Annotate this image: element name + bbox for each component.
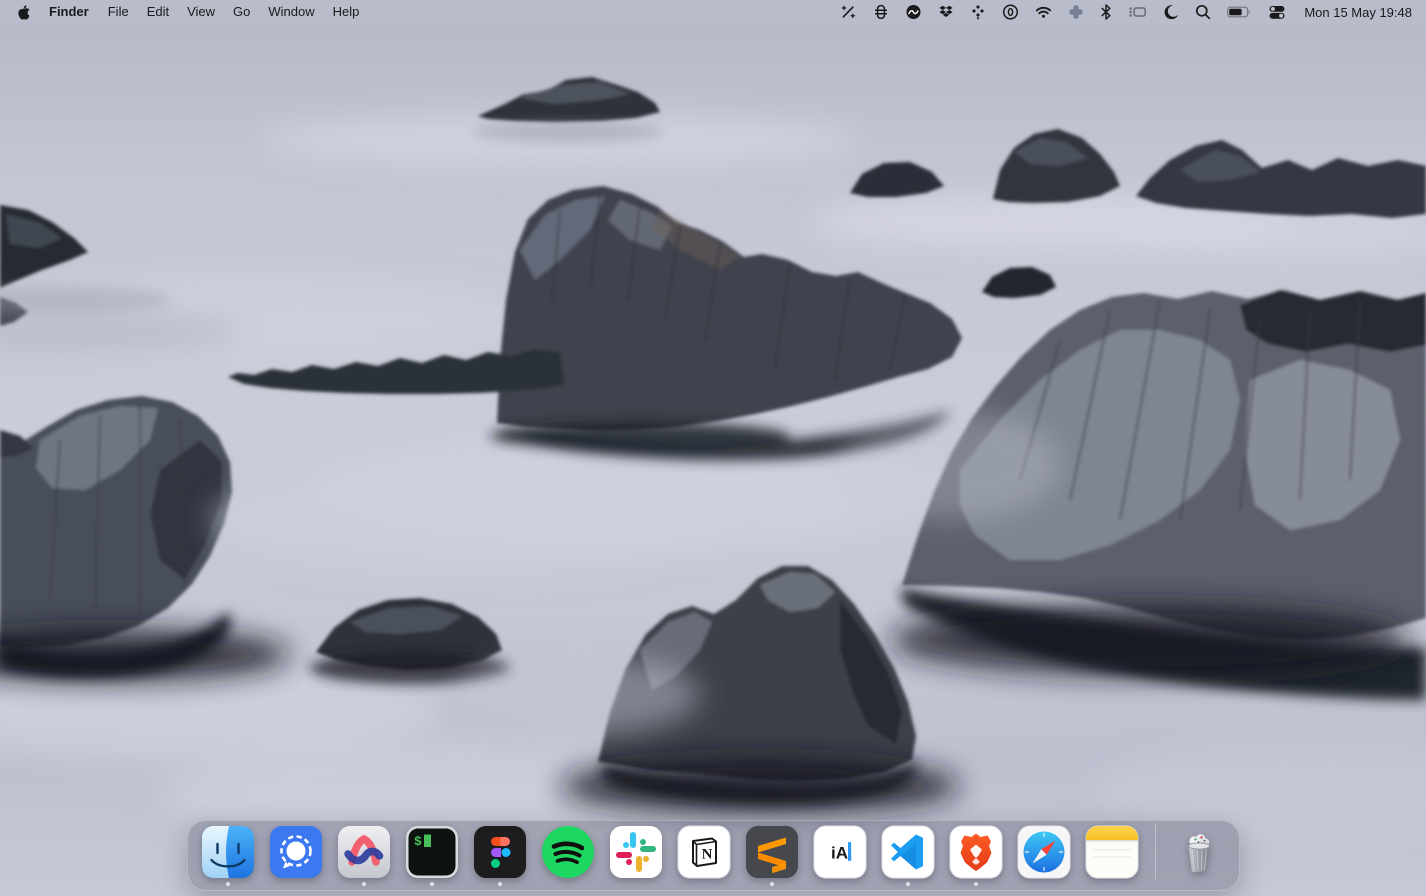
spotlight-search-icon[interactable] <box>1187 4 1219 20</box>
dock-item-trash[interactable] <box>1172 825 1226 890</box>
desktop[interactable]: Finder File Edit View Go Window Help <box>0 0 1426 896</box>
dock-item-terminal[interactable]: $ <box>405 825 459 890</box>
dropbox-icon[interactable] <box>930 4 962 20</box>
control-center-icon[interactable] <box>1260 4 1294 20</box>
ia-writer-icon: iA <box>813 825 867 879</box>
battery-icon[interactable] <box>1219 4 1260 20</box>
dock-item-notion[interactable]: N <box>677 825 731 890</box>
dock-divider <box>1155 823 1156 879</box>
menu-window[interactable]: Window <box>259 0 323 24</box>
dock-item-slack[interactable] <box>609 825 663 890</box>
pill-lines-icon[interactable] <box>865 4 897 20</box>
menu-edit[interactable]: Edit <box>138 0 178 24</box>
dock-item-finder[interactable] <box>201 825 255 890</box>
signal-icon <box>269 825 323 879</box>
dock-item-brave[interactable] <box>949 825 1003 890</box>
notes-icon <box>1085 825 1139 879</box>
menu-bar: Finder File Edit View Go Window Help <box>0 0 1426 24</box>
running-indicator <box>362 882 366 886</box>
dock-item-sublime[interactable] <box>745 825 799 890</box>
plus-cross-icon[interactable] <box>1060 4 1092 20</box>
running-indicator <box>430 882 434 886</box>
dock-item-figma[interactable] <box>473 825 527 890</box>
menu-help[interactable]: Help <box>324 0 369 24</box>
menu-app-name[interactable]: Finder <box>39 0 99 24</box>
apple-logo-icon <box>18 5 30 20</box>
bluetooth-icon[interactable] <box>1092 4 1120 20</box>
running-indicator <box>906 882 910 886</box>
adobe-creative-cloud-icon[interactable] <box>897 4 930 20</box>
notion-icon: N <box>677 825 731 879</box>
dock-item-safari[interactable] <box>1017 825 1071 890</box>
circled-zero-icon[interactable] <box>994 4 1027 20</box>
brave-icon <box>949 825 1003 879</box>
arc-browser-icon <box>337 825 391 879</box>
slack-icon <box>609 825 663 879</box>
running-indicator <box>226 882 230 886</box>
menu-bar-clock[interactable]: Mon 15 May 19:48 <box>1294 5 1416 20</box>
spotify-icon <box>541 825 595 879</box>
finder-icon <box>201 825 255 879</box>
wallpaper-image <box>0 0 1426 896</box>
dock-item-vscode[interactable] <box>881 825 935 890</box>
dock-item-arc[interactable] <box>337 825 391 890</box>
dock-item-spotify[interactable] <box>541 825 595 890</box>
menu-bar-left: Finder File Edit View Go Window Help <box>10 0 368 24</box>
wifi-icon[interactable] <box>1027 4 1060 20</box>
menu-go[interactable]: Go <box>224 0 259 24</box>
window-dots-icon[interactable] <box>1120 4 1155 20</box>
apple-menu[interactable] <box>10 5 39 20</box>
dock-item-notes[interactable] <box>1085 825 1139 890</box>
dock-item-signal[interactable] <box>269 825 323 890</box>
wand-sparkles-icon[interactable] <box>832 4 865 20</box>
running-indicator <box>770 882 774 886</box>
svg-text:iA: iA <box>831 844 848 863</box>
running-indicator <box>498 882 502 886</box>
running-indicator <box>974 882 978 886</box>
safari-icon <box>1017 825 1071 879</box>
vscode-icon <box>881 825 935 879</box>
dock: $ <box>187 820 1240 891</box>
menu-view[interactable]: View <box>178 0 224 24</box>
terminal-icon: $ <box>405 825 459 879</box>
dock-container: $ <box>0 820 1426 891</box>
focus-moon-icon[interactable] <box>1155 4 1187 20</box>
figma-icon <box>473 825 527 879</box>
svg-text:$: $ <box>414 834 422 849</box>
svg-text:N: N <box>701 847 712 863</box>
sublime-text-icon <box>745 825 799 879</box>
dock-item-ia-writer[interactable]: iA <box>813 825 867 890</box>
trash-full-icon <box>1172 825 1226 879</box>
diamond-cluster-icon[interactable] <box>962 4 994 20</box>
menu-bar-status: Mon 15 May 19:48 <box>832 4 1416 20</box>
menu-file[interactable]: File <box>99 0 138 24</box>
